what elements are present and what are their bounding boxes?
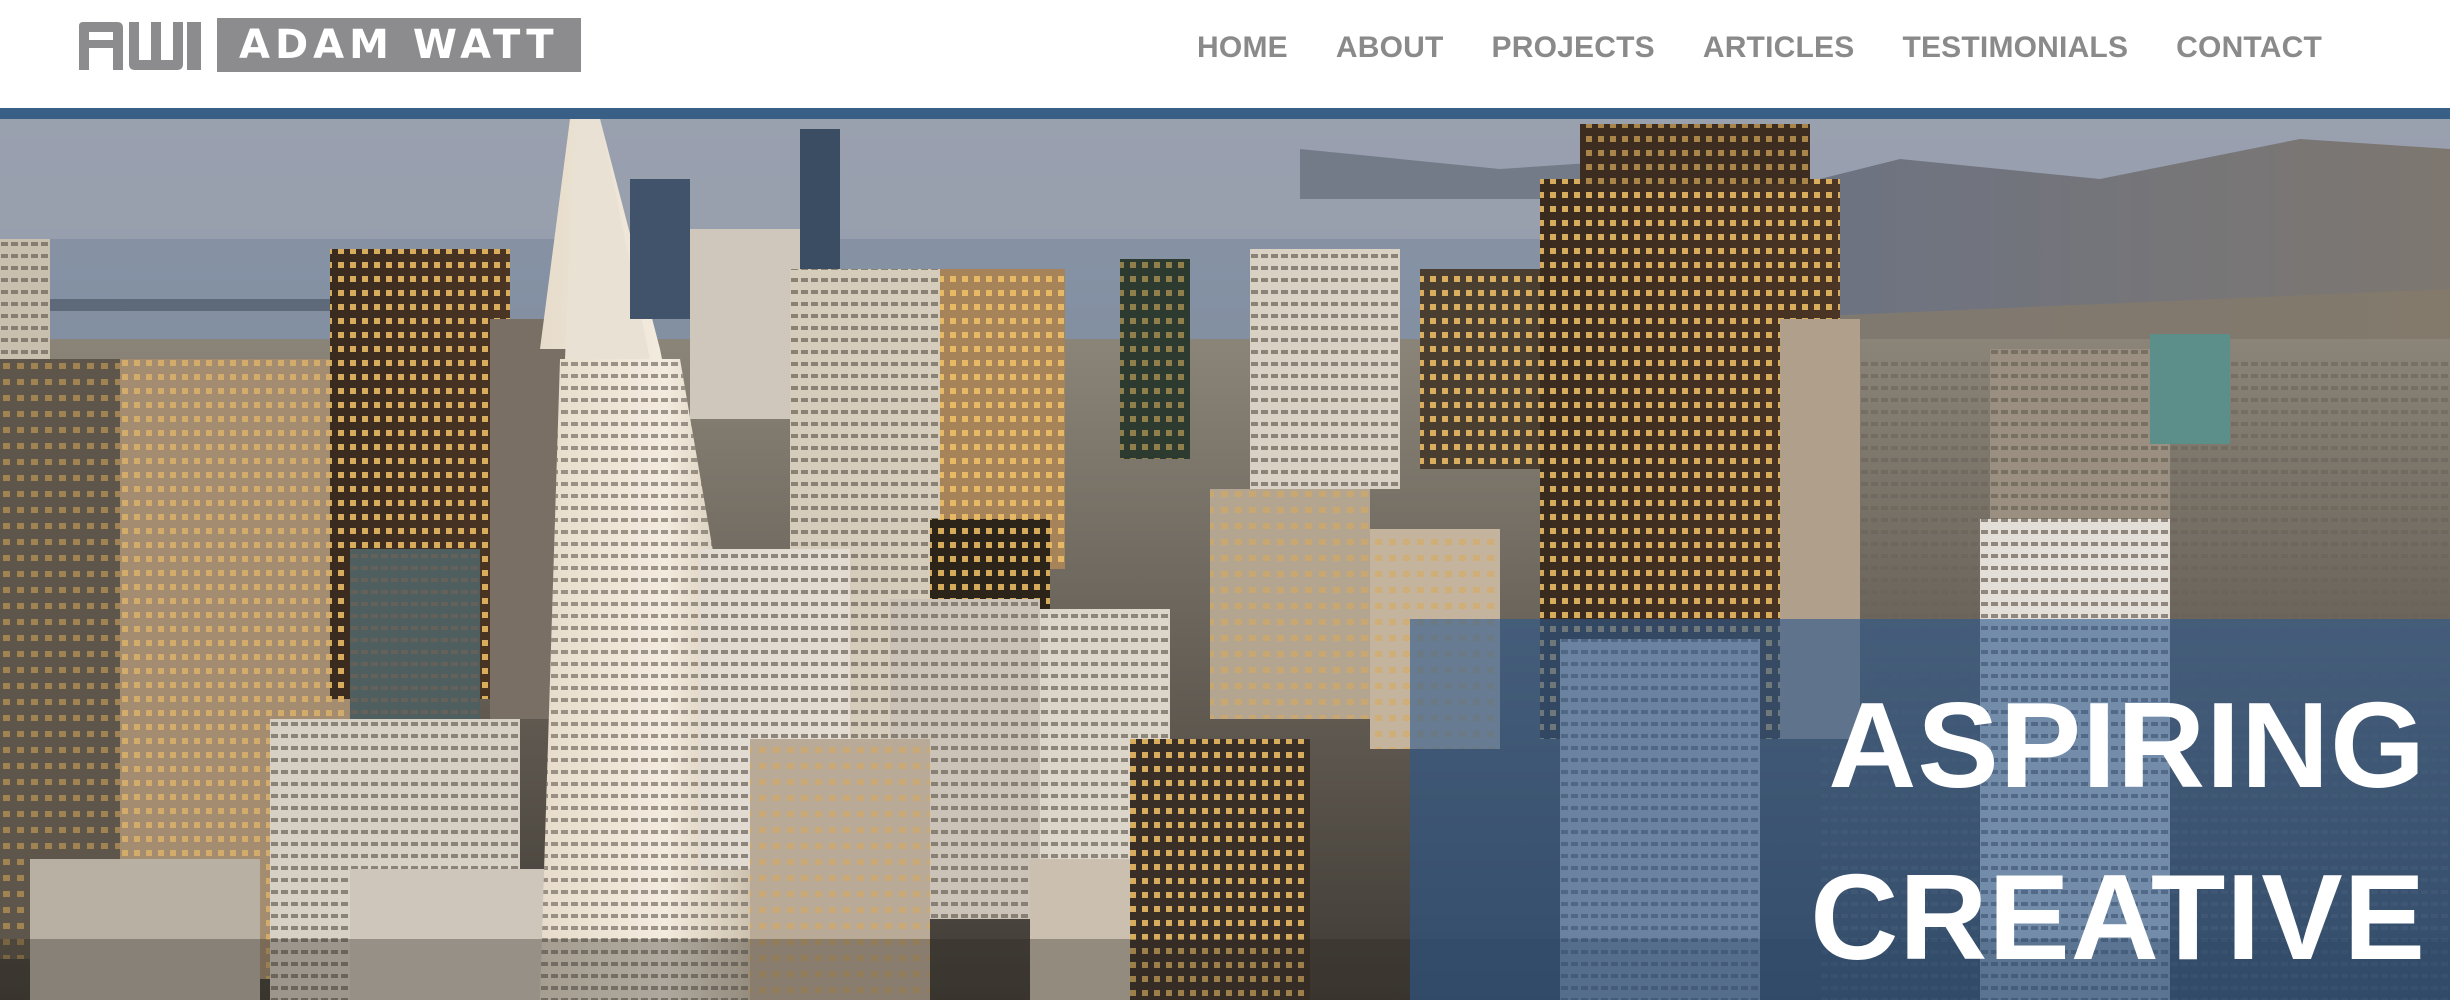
hero-tagline: ASPIRING CREATIVE: [1810, 659, 2426, 1000]
nav-link-articles[interactable]: ARTICLES: [1703, 31, 1855, 64]
nav-item-about: ABOUT: [1336, 31, 1444, 65]
hero-tagline-line-2: CREATIVE: [1810, 849, 2426, 985]
nav-item-articles: ARTICLES: [1703, 31, 1855, 65]
site-header: ADAM WATT HOME ABOUT PROJECTS ARTICLES T…: [0, 0, 2450, 108]
nav-link-contact[interactable]: CONTACT: [2176, 31, 2322, 64]
hero-tagline-panel: ASPIRING CREATIVE: [1410, 619, 2450, 1000]
nav-item-contact: CONTACT: [2176, 31, 2322, 65]
nav-item-home: HOME: [1197, 31, 1288, 65]
nav-link-testimonials[interactable]: TESTIMONIALS: [1902, 31, 2128, 64]
nav-item-projects: PROJECTS: [1492, 31, 1655, 65]
brand-logo-link[interactable]: ADAM WATT: [75, 18, 581, 72]
main-navigation: HOME ABOUT PROJECTS ARTICLES TESTIMONIAL…: [1197, 26, 2322, 70]
nav-link-home[interactable]: HOME: [1197, 31, 1288, 64]
hero-banner: ASPIRING CREATIVE: [0, 119, 2450, 1000]
hero-tagline-line-1: ASPIRING: [1828, 677, 2426, 813]
brand-name: ADAM WATT: [217, 18, 581, 72]
header-accent-rule: [0, 108, 2450, 119]
nav-link-projects[interactable]: PROJECTS: [1492, 31, 1655, 64]
nav-item-testimonials: TESTIMONIALS: [1902, 31, 2128, 65]
nav-link-about[interactable]: ABOUT: [1336, 31, 1444, 64]
aw-monogram-icon: [79, 22, 201, 70]
